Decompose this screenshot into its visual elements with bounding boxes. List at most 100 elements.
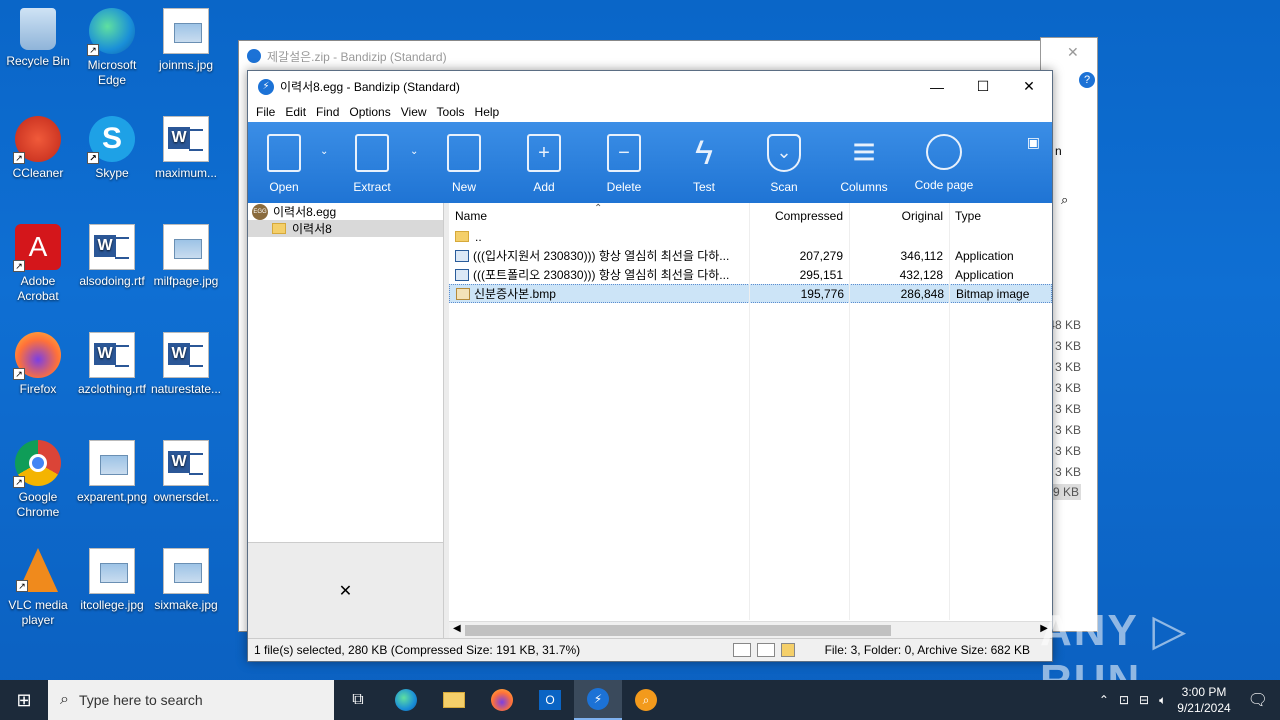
bandizip-app-icon xyxy=(247,49,261,63)
desktop-icon-sixmake[interactable]: sixmake.jpg xyxy=(148,548,224,613)
size-cell: 3 KB xyxy=(1054,444,1081,458)
layout-grid-icon[interactable]: ▣ xyxy=(1027,134,1040,151)
show-hidden-icons-chevron-icon[interactable]: ⌃ xyxy=(1099,693,1109,707)
image-file-icon xyxy=(89,548,135,594)
task-view-button[interactable]: ⧉ xyxy=(334,680,382,720)
desktop-icon-acrobat[interactable]: A ↗ Adobe Acrobat xyxy=(0,224,76,304)
menu-view[interactable]: View xyxy=(396,105,432,119)
search-icon[interactable]: ⌕ xyxy=(1061,192,1068,208)
delete-button[interactable]: − Delete xyxy=(584,134,664,194)
scroll-left-icon[interactable]: ◀ xyxy=(453,623,461,634)
test-button[interactable]: ϟ Test xyxy=(664,134,744,194)
column-header-original[interactable]: Original xyxy=(849,209,949,223)
desktop-icon-itcollege[interactable]: itcollege.jpg xyxy=(74,548,150,613)
application-icon xyxy=(455,249,469,262)
desktop-icon-skype[interactable]: S ↗ Skype xyxy=(74,116,150,181)
word-document-icon: W xyxy=(163,116,209,162)
clock[interactable]: 3:00 PM 9/21/2024 xyxy=(1177,684,1230,716)
taskbar-outlook[interactable]: O xyxy=(526,680,574,720)
open-icon xyxy=(267,134,301,172)
desktop-icon-chrome[interactable]: ↗ Google Chrome xyxy=(0,440,76,520)
taskbar-firefox[interactable] xyxy=(478,680,526,720)
tree-item-folder[interactable]: 이력서8 xyxy=(248,220,443,237)
close-button[interactable]: ✕ xyxy=(1006,78,1052,95)
ccleaner-icon: ↗ xyxy=(13,116,61,164)
scrollbar-thumb[interactable] xyxy=(465,625,891,636)
shield-icon: ⌄ xyxy=(767,134,801,172)
desktop-icon-recycle-bin[interactable]: Recycle Bin xyxy=(0,8,76,69)
delete-file-icon: − xyxy=(607,134,641,172)
archive-info-icon[interactable] xyxy=(780,643,795,657)
code-page-button[interactable]: Code page xyxy=(904,134,984,192)
list-header: Name Compressed Original Type xyxy=(449,203,1052,227)
desktop-icon-exparent[interactable]: exparent.png xyxy=(74,440,150,505)
file-row[interactable]: .. xyxy=(449,227,1052,246)
menu-edit[interactable]: Edit xyxy=(280,105,311,119)
desktop-icon-alsodoing[interactable]: W alsodoing.rtf xyxy=(74,224,150,289)
extract-dropdown-chevron-icon[interactable]: ⌄ xyxy=(410,134,424,157)
file-list: ⌃ Name Compressed Original Type .. (((입사… xyxy=(449,203,1052,638)
scan-button[interactable]: ⌄ Scan xyxy=(744,134,824,194)
desktop-icon-ownersdet[interactable]: W ownersdet... xyxy=(148,440,224,505)
network-icon[interactable]: ⊟ xyxy=(1139,693,1149,707)
close-preview-icon[interactable]: ✕ xyxy=(339,581,352,601)
clock-time: 3:00 PM xyxy=(1181,685,1227,699)
word-document-icon: W xyxy=(163,440,209,486)
desktop-icon-firefox[interactable]: ↗ Firefox xyxy=(0,332,76,397)
taskbar-search-app[interactable]: ⌕ xyxy=(622,680,670,720)
details-view-icon[interactable] xyxy=(732,643,751,657)
column-header-compressed[interactable]: Compressed xyxy=(749,209,849,223)
preview-view-icon[interactable] xyxy=(756,643,775,657)
menu-help[interactable]: Help xyxy=(470,105,505,119)
taskbar-search-box[interactable]: ⌕ Type here to search xyxy=(48,680,334,720)
desktop-icon-maximum[interactable]: W maximum... xyxy=(148,116,224,181)
bandizip-app-icon: ⚡ xyxy=(258,78,274,95)
column-header-type[interactable]: Type xyxy=(949,209,1049,223)
taskbar-file-explorer[interactable] xyxy=(430,680,478,720)
taskbar-edge[interactable] xyxy=(382,680,430,720)
open-button[interactable]: Open xyxy=(248,134,320,194)
file-row-selected[interactable]: 신분증사본.bmp 195,776 286,848 Bitmap image xyxy=(449,284,1052,303)
desktop-icon-milfpage[interactable]: milfpage.jpg xyxy=(148,224,224,289)
extract-button[interactable]: Extract xyxy=(334,134,410,194)
bandizip-icon: ⚡ xyxy=(587,688,609,710)
start-button[interactable]: ⊞ xyxy=(0,680,48,720)
menu-options[interactable]: Options xyxy=(344,105,395,119)
new-archive-icon xyxy=(447,134,481,172)
close-icon[interactable]: ✕ xyxy=(1067,44,1079,61)
notification-icon[interactable]: 🗨︎ xyxy=(1248,690,1268,710)
desktop-icon-ccleaner[interactable]: ↗ CCleaner xyxy=(0,116,76,181)
image-file-icon xyxy=(163,548,209,594)
outlook-icon: O xyxy=(539,690,561,710)
globe-icon xyxy=(926,134,962,170)
menu-find[interactable]: Find xyxy=(311,105,344,119)
device-icon[interactable]: ⊡ xyxy=(1119,693,1129,707)
size-cell: 3 KB xyxy=(1054,339,1081,353)
preview-pane: ✕ xyxy=(248,542,443,638)
minimize-button[interactable]: — xyxy=(914,79,960,95)
open-dropdown-chevron-icon[interactable]: ⌄ xyxy=(320,134,334,157)
maximize-button[interactable]: ☐ xyxy=(960,78,1006,95)
image-file-icon xyxy=(163,8,209,54)
help-icon[interactable]: ? xyxy=(1079,72,1095,88)
title-bar[interactable]: ⚡ 이력서8.egg - Bandizip (Standard) — ☐ ✕ xyxy=(248,71,1052,102)
columns-button[interactable]: Columns xyxy=(824,134,904,194)
desktop-icon-vlc[interactable]: ↗ VLC media player xyxy=(0,548,76,628)
menu-file[interactable]: File xyxy=(251,105,280,119)
file-row[interactable]: (((입사지원서 230830))) 항상 열심히 최선을 다하... 207,… xyxy=(449,246,1052,265)
add-button[interactable]: + Add xyxy=(504,134,584,194)
desktop-icon-naturestate[interactable]: W naturestate... xyxy=(148,332,224,397)
desktop-icon-azclothing[interactable]: W azclothing.rtf xyxy=(74,332,150,397)
taskbar-bandizip[interactable]: ⚡ xyxy=(574,680,622,720)
menu-tools[interactable]: Tools xyxy=(432,105,470,119)
horizontal-scrollbar[interactable]: ◀ ▶ xyxy=(449,621,1052,638)
new-button[interactable]: New xyxy=(424,134,504,194)
file-row[interactable]: (((포트폴리오 230830))) 항상 열심히 최선을 다하... 295,… xyxy=(449,265,1052,284)
desktop-icon-edge[interactable]: ↗ Microsoft Edge xyxy=(74,8,150,88)
volume-icon[interactable]: 🔈︎ xyxy=(1159,693,1166,708)
desktop-icon-joinms[interactable]: joinms.jpg xyxy=(148,8,224,73)
selection-status: 1 file(s) selected, 280 KB (Compressed S… xyxy=(254,643,581,657)
tree-item-archive[interactable]: EGG 이력서8.egg xyxy=(248,203,443,220)
bandizip-window[interactable]: ⚡ 이력서8.egg - Bandizip (Standard) — ☐ ✕ F… xyxy=(247,70,1053,662)
toolbar: Open ⌄ Extract ⌄ New + Add − Delete ϟ Te… xyxy=(248,122,1052,203)
